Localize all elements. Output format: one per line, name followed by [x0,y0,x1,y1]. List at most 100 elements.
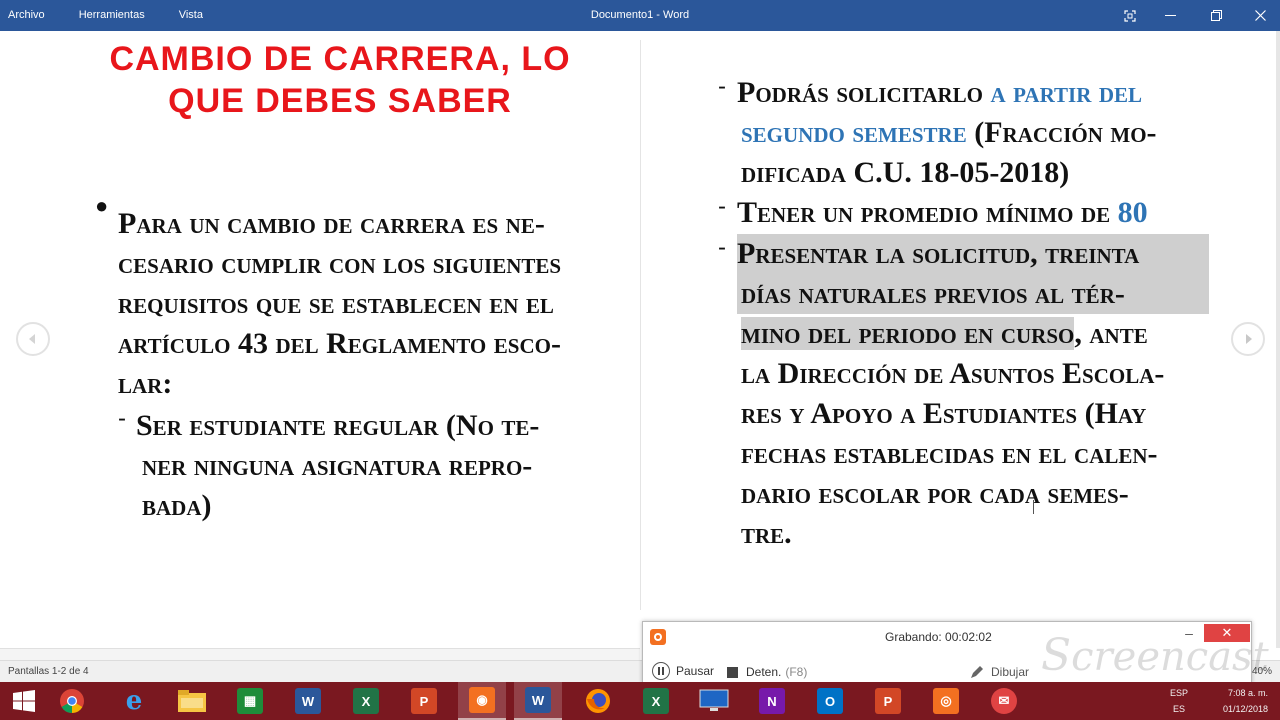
sub-line: Ser estudiante regular (No te- [136,409,540,442]
item3-line: fechas establecidas en el calen- [741,437,1158,470]
requirements-paragraph: Para un cambio de carrera es ne- cesario… [118,204,608,404]
item1-text-3: dificada C.U. 18-05-2018) [741,156,1070,189]
draw-label: Dibujar [991,665,1030,679]
taskbar-word[interactable]: W [284,682,332,720]
item3-selected: mino del periodo en curso [741,317,1075,350]
title-bar: Archivo Herramientas Vista Documento1 - … [0,0,1280,31]
close-icon [1254,10,1266,21]
horizontal-scrollbar[interactable] [0,648,640,660]
recording-status: Grabando: 00:02:02 [885,630,992,644]
taskbar-mail[interactable]: ✉ [980,682,1028,720]
language-indicator[interactable]: ESP ES [1170,688,1188,720]
taskbar-file-explorer[interactable] [168,682,216,720]
fit-window-button[interactable] [1110,0,1150,31]
outlook-icon: O [817,688,843,714]
requirement-item-2: Tener un promedio mínimo de 80 [737,193,1209,233]
next-page-button[interactable] [1231,322,1265,356]
watermark-logo: Screencast [1041,630,1269,681]
language-sub: ES [1173,704,1186,714]
item1-text: Podrás solicitarlo [737,76,991,109]
slide-title: CAMBIO DE CARRERA, LO QUE DEBES SABER [90,38,590,122]
dash-bullet-icon: - [718,193,726,220]
taskbar-word-active[interactable]: W [514,682,562,720]
clock-time: 7:08 a. m. [1227,688,1268,698]
item3-line: dario escolar por cada semes- [741,477,1129,510]
minimize-icon [1164,14,1176,16]
slide-title-line2: QUE DEBES SABER [168,82,512,120]
item1-text-2: (Fracción mo- [966,116,1157,149]
para-line: requisitos que se establecen en el [118,287,554,320]
pause-label: Pausar [676,664,715,678]
chevron-right-icon [1246,334,1252,344]
close-button[interactable] [1240,0,1280,31]
folder-icon [178,690,206,712]
page-divider [640,40,641,610]
monitor-icon [699,689,729,711]
firefox-icon [586,689,610,713]
item2-value: 80 [1117,196,1148,229]
taskbar-screencast-2[interactable]: ◎ [922,682,970,720]
stop-label: Deten. [746,665,782,679]
clock-date: 01/12/2018 [1222,704,1268,714]
para-line: cesario cumplir con los siguientes [118,247,562,280]
powerpoint-icon: P [411,688,437,714]
dash-bullet-icon: - [718,234,726,261]
language-code: ESP [1170,688,1189,698]
draw-button[interactable]: Dibujar [969,664,1029,680]
internet-explorer-icon: e [125,686,143,716]
para-line: Para un cambio de carrera es ne- [118,207,545,240]
para-line: lar: [118,367,173,400]
dash-bullet-icon: - [718,73,726,100]
taskbar-excel-2[interactable]: X [632,682,680,720]
chrome-icon [60,689,84,713]
excel-icon: X [643,688,669,714]
app-window: Archivo Herramientas Vista Documento1 - … [0,0,1280,720]
item2-text: Tener un promedio mínimo de [737,196,1118,229]
taskbar-outlook[interactable]: O [806,682,854,720]
taskbar-lenovo[interactable] [690,682,738,720]
item3-line: tre. [741,517,792,550]
taskbar-powerpoint[interactable]: P [400,682,448,720]
start-button[interactable] [0,682,48,720]
onenote-icon: N [759,688,785,714]
pause-icon [652,662,670,680]
taskbar-excel[interactable]: X [342,682,390,720]
taskbar-screencast[interactable]: ◉ [458,682,506,720]
taskbar-powerpoint-2[interactable]: P [864,682,912,720]
dash-bullet-icon: - [118,405,126,432]
item3-text: , ante [1074,317,1148,350]
item1-highlight: a partir del [990,76,1143,109]
screencast-icon: ◉ [469,687,495,713]
text-cursor-icon [1033,500,1035,514]
item3-line: res y Apoyo a Estudiantes (Hay [741,397,1147,430]
taskbar-store[interactable]: ▦ [226,682,274,720]
window-title: Documento1 - Word [590,9,690,21]
minimize-button[interactable] [1150,0,1190,31]
word-icon: W [295,688,321,714]
restore-icon [1210,10,1222,21]
pencil-icon [971,666,983,678]
taskbar: e ▦ W X P ◉ W X N O P ◎ ✉ ESP ES 7:08 a.… [0,682,1280,720]
restore-button[interactable] [1196,0,1236,31]
pause-button[interactable]: Pausar [652,662,714,680]
taskbar-onenote[interactable]: N [748,682,796,720]
mail-icon: ✉ [991,688,1017,714]
taskbar-ie[interactable]: e [110,682,158,720]
taskbar-chrome[interactable] [48,682,96,720]
bullet-icon: ● [95,193,109,218]
requirement-item-3: Presentar la solicitud, treinta días nat… [737,234,1209,554]
store-icon: ▦ [237,688,263,714]
stop-icon [727,666,738,678]
stop-shortcut: (F8) [785,665,808,679]
stop-button[interactable]: Deten. (F8) [727,665,807,679]
slide-title-line1: CAMBIO DE CARRERA, LO [109,40,571,78]
sub-requirement: Ser estudiante regular (No te- ner ningu… [136,406,608,526]
item3-line: la Dirección de Asuntos Escola- [741,357,1165,390]
taskbar-firefox[interactable] [574,682,622,720]
previous-page-button[interactable] [16,322,50,356]
recorder-logo-icon [650,629,666,645]
vertical-scrollbar[interactable] [1276,31,1280,648]
sub-line: ner ninguna asignatura repro- [142,449,533,482]
clock[interactable]: 7:08 a. m. 01/12/2018 [1206,688,1268,720]
camera-icon: ◎ [933,688,959,714]
